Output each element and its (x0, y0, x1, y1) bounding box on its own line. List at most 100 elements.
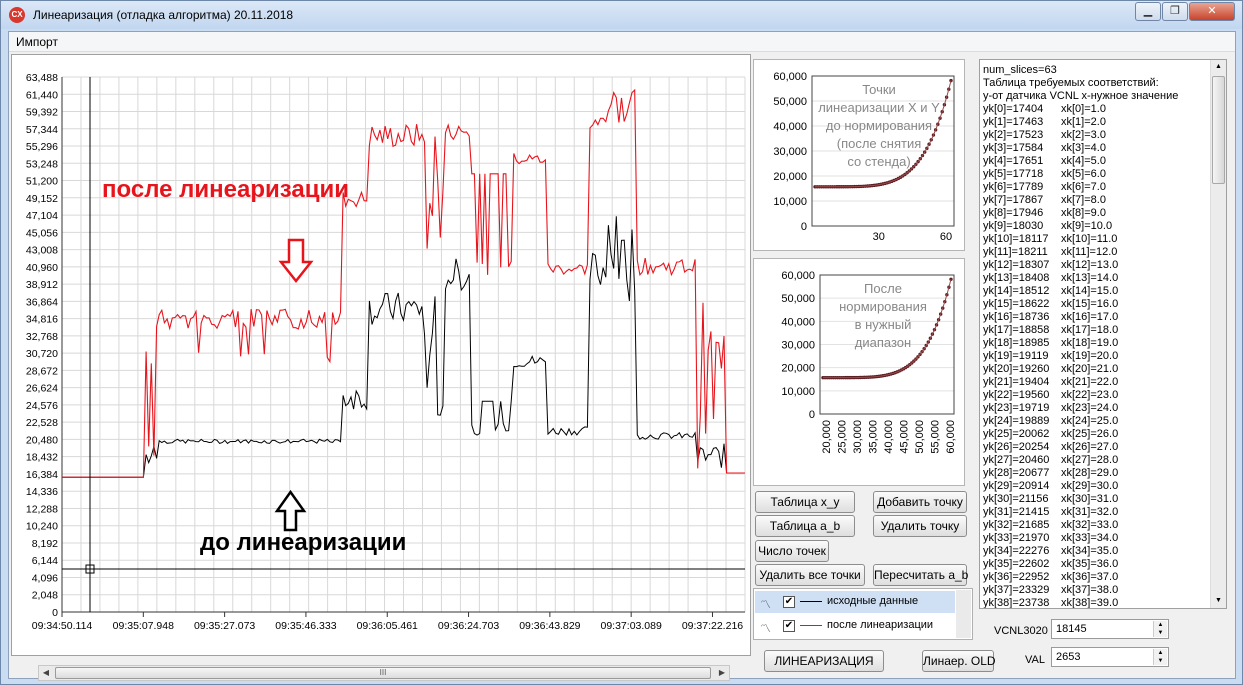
x-tick-label: 50,000 (914, 420, 926, 454)
y-tick-label: 30,000 (781, 340, 815, 352)
log-yk-value: yk[6]=17789 (983, 181, 1044, 193)
y-tick-label: 63,488 (26, 72, 58, 84)
x-tick-label: 09:36:05.461 (357, 620, 418, 632)
log-xk-value: xk[10]=11.0 (1061, 233, 1118, 245)
delete-point-button[interactable]: Удалить точку (873, 515, 967, 537)
maximize-button[interactable]: ❐ (1162, 2, 1188, 21)
point-count-button[interactable]: Число точек (755, 540, 829, 562)
log-yk-value: yk[34]=22276 (983, 545, 1050, 557)
y-tick-label: 60,000 (781, 270, 815, 282)
y-tick-label: 24,576 (26, 400, 58, 412)
chart-title-line: (после снятия (837, 136, 922, 151)
menu-bar: Импорт (9, 32, 1235, 52)
close-button[interactable]: ✕ (1189, 2, 1235, 21)
vcnl-value-field[interactable]: 18145 ▲ ▼ (1051, 619, 1169, 639)
vcnl-value: 18145 (1056, 623, 1087, 635)
log-row: yk[27]=20460 xk[27]=28.0 (980, 454, 1210, 467)
log-xk-value: xk[28]=29.0 (1061, 467, 1119, 479)
log-scroll-thumb[interactable] (1212, 76, 1225, 184)
val-label: VAL (1025, 654, 1045, 666)
y-tick-label: 40,000 (773, 121, 807, 133)
mini-chart-normalized[interactable]: 60,000 50,000 40,000 30,000 20,000 10,000 0 20,… (753, 258, 965, 486)
log-xk-value: xk[38]=39.0 (1061, 597, 1119, 609)
log-row: yk[38]=23738 xk[38]=39.0 (980, 597, 1210, 609)
annotation-before: до линеаризации (200, 529, 406, 556)
spin-arrows-icon[interactable]: ▲ ▼ (1153, 649, 1167, 665)
linear-old-button[interactable]: Линаер. OLD (922, 650, 996, 672)
x-tick-label: 60 (940, 231, 952, 243)
scroll-right-arrow-icon[interactable]: ▶ (715, 666, 729, 680)
log-yk-value: yk[23]=19719 (983, 402, 1050, 414)
legend-item-source[interactable]: 〽 ✔ исходные данные (755, 591, 955, 613)
y-tick-label: 6,144 (32, 555, 58, 567)
recalc-ab-button[interactable]: Пересчитать a_b (873, 564, 968, 586)
y-tick-label: 53,248 (26, 158, 58, 170)
log-yk-value: yk[9]=18030 (983, 220, 1044, 232)
mini-chart-raw[interactable]: 60,000 50,000 40,000 30,000 20,000 10,000 0 30 6… (753, 59, 965, 251)
log-row: yk[4]=17651 xk[4]=5.0 (980, 155, 1210, 168)
log-yk-value: yk[21]=19404 (983, 376, 1050, 388)
chart-title-line: линеаризации X и Y (818, 100, 940, 115)
minimize-button[interactable]: ▁ (1135, 2, 1161, 21)
y-tick-label: 50,000 (781, 293, 815, 305)
log-yk-value: yk[37]=23329 (983, 584, 1050, 596)
log-xk-value: xk[15]=16.0 (1061, 298, 1119, 310)
title-bar[interactable]: CX Линеаризация (отладка алгоритма) 20.1… (1, 1, 1242, 29)
y-tick-label: 34,816 (26, 314, 58, 326)
client-area: Импорт 63,488 61,440 59,392 57,344 55,296 53,… (8, 31, 1236, 681)
y-tick-label: 8,192 (32, 538, 58, 550)
log-row: yk[3]=17584 xk[3]=4.0 (980, 142, 1210, 155)
y-tick-label: 10,000 (781, 386, 815, 398)
log-yk-value: yk[8]=17946 (983, 207, 1044, 219)
scroll-up-arrow-icon[interactable]: ▲ (1211, 60, 1226, 74)
x-tick-label: 09:35:07.948 (113, 620, 174, 632)
linearize-button[interactable]: ЛИНЕАРИЗАЦИЯ (764, 650, 884, 672)
y-tick-label: 22,528 (26, 417, 58, 429)
log-yk-value: yk[32]=21685 (983, 519, 1050, 531)
table-ab-button[interactable]: Таблица a_b (755, 515, 855, 537)
log-yk-value: yk[24]=19889 (983, 415, 1050, 427)
log-row: yk[13]=18408 xk[13]=14.0 (980, 272, 1210, 285)
spin-arrows-icon[interactable]: ▲ ▼ (1153, 621, 1167, 637)
arrow-down-icon (278, 238, 314, 284)
main-chart-hscrollbar[interactable]: ◀ III ▶ (38, 665, 730, 681)
chart-title-line: После (864, 281, 902, 296)
legend-item-linearized[interactable]: 〽 ✔ после линеаризации (755, 615, 955, 637)
table-xy-button[interactable]: Таблица x_y (755, 491, 855, 513)
main-chart[interactable]: 63,488 61,440 59,392 57,344 55,296 53,248 51,2… (12, 55, 750, 655)
legend-label: после линеаризации (827, 619, 934, 631)
scroll-thumb[interactable]: III (55, 667, 711, 679)
app-icon: CX (9, 7, 25, 23)
delete-all-points-button[interactable]: Удалить все точки (755, 564, 865, 586)
x-tick-label: 09:37:03.089 (601, 620, 662, 632)
legend-scrollbar[interactable] (956, 590, 971, 638)
y-tick-label: 55,296 (26, 141, 58, 153)
series-visible-checkbox[interactable]: ✔ (783, 620, 795, 632)
series-visible-checkbox[interactable]: ✔ (783, 596, 795, 608)
log-yk-value: yk[11]=18211 (983, 246, 1048, 258)
log-row: yk[8]=17946 xk[8]=9.0 (980, 207, 1210, 220)
scroll-down-arrow-icon[interactable]: ▼ (1211, 594, 1226, 608)
log-xk-value: xk[22]=23.0 (1061, 389, 1119, 401)
log-scrollbar[interactable]: ▲ ▼ (1210, 60, 1226, 608)
log-row: yk[12]=18307 xk[12]=13.0 (980, 259, 1210, 272)
log-yk-value: yk[38]=23738 (983, 597, 1050, 609)
y-tick-label: 47,104 (26, 210, 58, 222)
y-tick-label: 49,152 (26, 193, 58, 205)
y-tick-label: 45,056 (26, 227, 58, 239)
scroll-left-arrow-icon[interactable]: ◀ (39, 666, 53, 680)
log-yk-value: yk[31]=21415 (983, 506, 1050, 518)
x-tick-label: 09:35:46.333 (275, 620, 336, 632)
val-value-field[interactable]: 2653 ▲ ▼ (1051, 647, 1169, 667)
menu-import[interactable]: Импорт (16, 35, 58, 49)
log-row: yk[25]=20062 xk[25]=26.0 (980, 428, 1210, 441)
add-point-button[interactable]: Добавить точку (873, 491, 967, 513)
y-tick-label: 0 (809, 409, 815, 421)
y-tick-label: 16,384 (26, 469, 58, 481)
log-row: yk[30]=21156 xk[30]=31.0 (980, 493, 1210, 506)
series-legend[interactable]: 〽 ✔ исходные данные 〽 ✔ после линеаризац… (753, 588, 973, 640)
main-chart-panel[interactable]: 63,488 61,440 59,392 57,344 55,296 53,248 51,2… (11, 54, 751, 681)
x-tick-label: 09:37:22.216 (682, 620, 743, 632)
correspondence-table-log[interactable]: num_slices=63 Таблица требуемых соответст… (979, 59, 1227, 609)
log-row: yk[32]=21685 xk[32]=33.0 (980, 519, 1210, 532)
